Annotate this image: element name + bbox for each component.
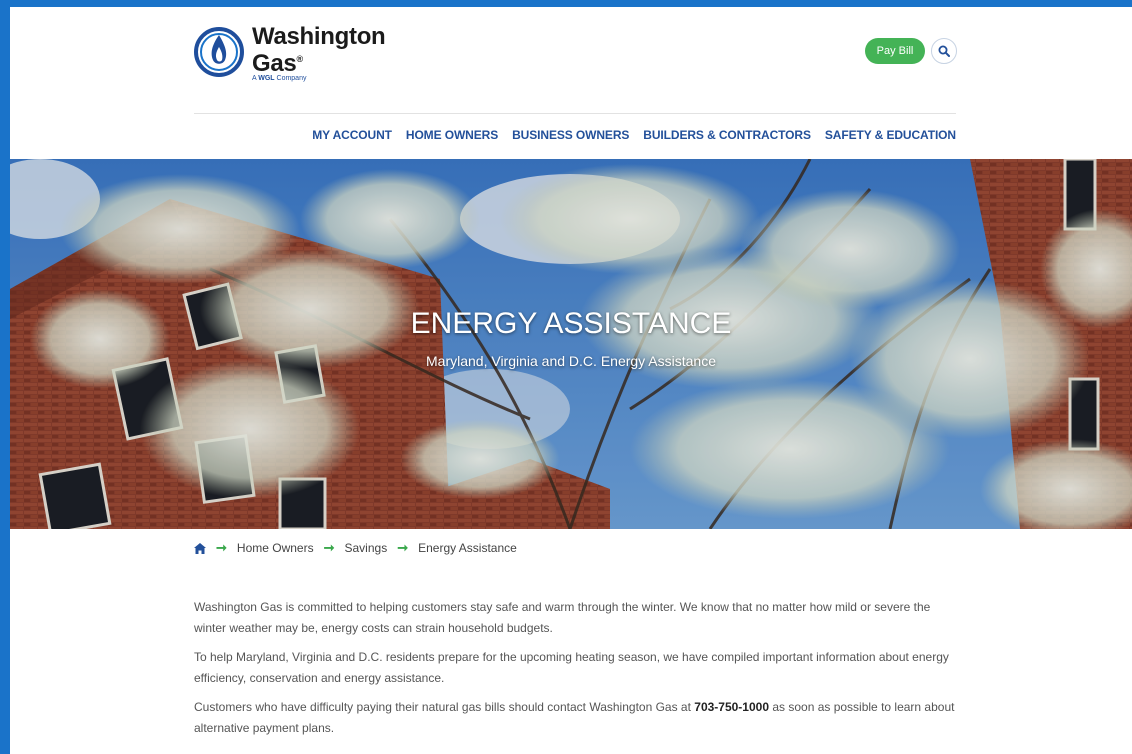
washington-gas-logo[interactable]: Washington Gas® A WGL Company	[194, 23, 394, 89]
logo-name-line1: Washington	[252, 23, 386, 50]
hero-banner: ENERGY ASSISTANCE Maryland, Virginia and…	[10, 159, 1132, 529]
hero-subtitle: Maryland, Virginia and D.C. Energy Assis…	[426, 353, 716, 369]
main-nav: MY ACCOUNT HOME OWNERS BUSINESS OWNERS B…	[312, 128, 956, 142]
nav-business-owners[interactable]: BUSINESS OWNERS	[512, 128, 629, 142]
intro-paragraph: Washington Gas is committed to helping c…	[194, 600, 931, 635]
logo-tagline-suffix: Company	[274, 75, 307, 82]
logo-tagline: A WGL Company	[252, 75, 306, 82]
breadcrumb-current: Energy Assistance	[418, 541, 517, 555]
breadcrumb-arrow-icon: ➞	[323, 540, 335, 555]
breadcrumb-arrow-icon: ➞	[216, 540, 227, 555]
preparation-paragraph: To help Maryland, Virginia and D.C. resi…	[194, 650, 949, 685]
nav-home-owners[interactable]: HOME OWNERS	[406, 128, 498, 142]
logo-name-line2-wrap: Gas®	[252, 48, 385, 77]
search-icon	[938, 45, 950, 57]
breadcrumb-savings[interactable]: Savings	[345, 541, 388, 555]
nav-my-account[interactable]: MY ACCOUNT	[312, 128, 392, 142]
breadcrumb-arrow-icon: ➞	[397, 540, 409, 555]
logo-wordmark: Washington Gas®	[252, 23, 386, 77]
hero-image	[10, 159, 1132, 529]
logo-trademark: ®	[296, 54, 303, 64]
logo-tagline-brand: WGL	[258, 75, 275, 82]
nav-safety-education[interactable]: SAFETY & EDUCATION	[825, 128, 956, 142]
site-header: Washington Gas® A WGL Company Pay Bill M…	[10, 7, 1132, 159]
home-icon[interactable]	[194, 542, 206, 554]
contact-paragraph: Customers who have difficulty paying the…	[194, 697, 964, 739]
header-divider	[194, 113, 956, 114]
logo-name-line2: Gas	[252, 50, 297, 77]
contact-text-before: Customers who have difficulty paying the…	[194, 700, 695, 714]
phone-number[interactable]: 703-750-1000	[694, 700, 769, 714]
hero-title: ENERGY ASSISTANCE	[410, 307, 732, 340]
pay-bill-button[interactable]: Pay Bill	[865, 38, 925, 64]
breadcrumb-home-owners[interactable]: Home Owners	[237, 541, 314, 555]
nav-builders-contractors[interactable]: BUILDERS & CONTRACTORS	[643, 128, 811, 142]
flame-logo-icon	[194, 27, 244, 77]
browser-page: Washington Gas® A WGL Company Pay Bill M…	[10, 7, 1132, 754]
article-content: Washington Gas is committed to helping c…	[194, 597, 964, 747]
search-button[interactable]	[931, 38, 957, 64]
breadcrumb: ➞ Home Owners ➞ Savings ➞ Energy Assista…	[194, 540, 517, 556]
